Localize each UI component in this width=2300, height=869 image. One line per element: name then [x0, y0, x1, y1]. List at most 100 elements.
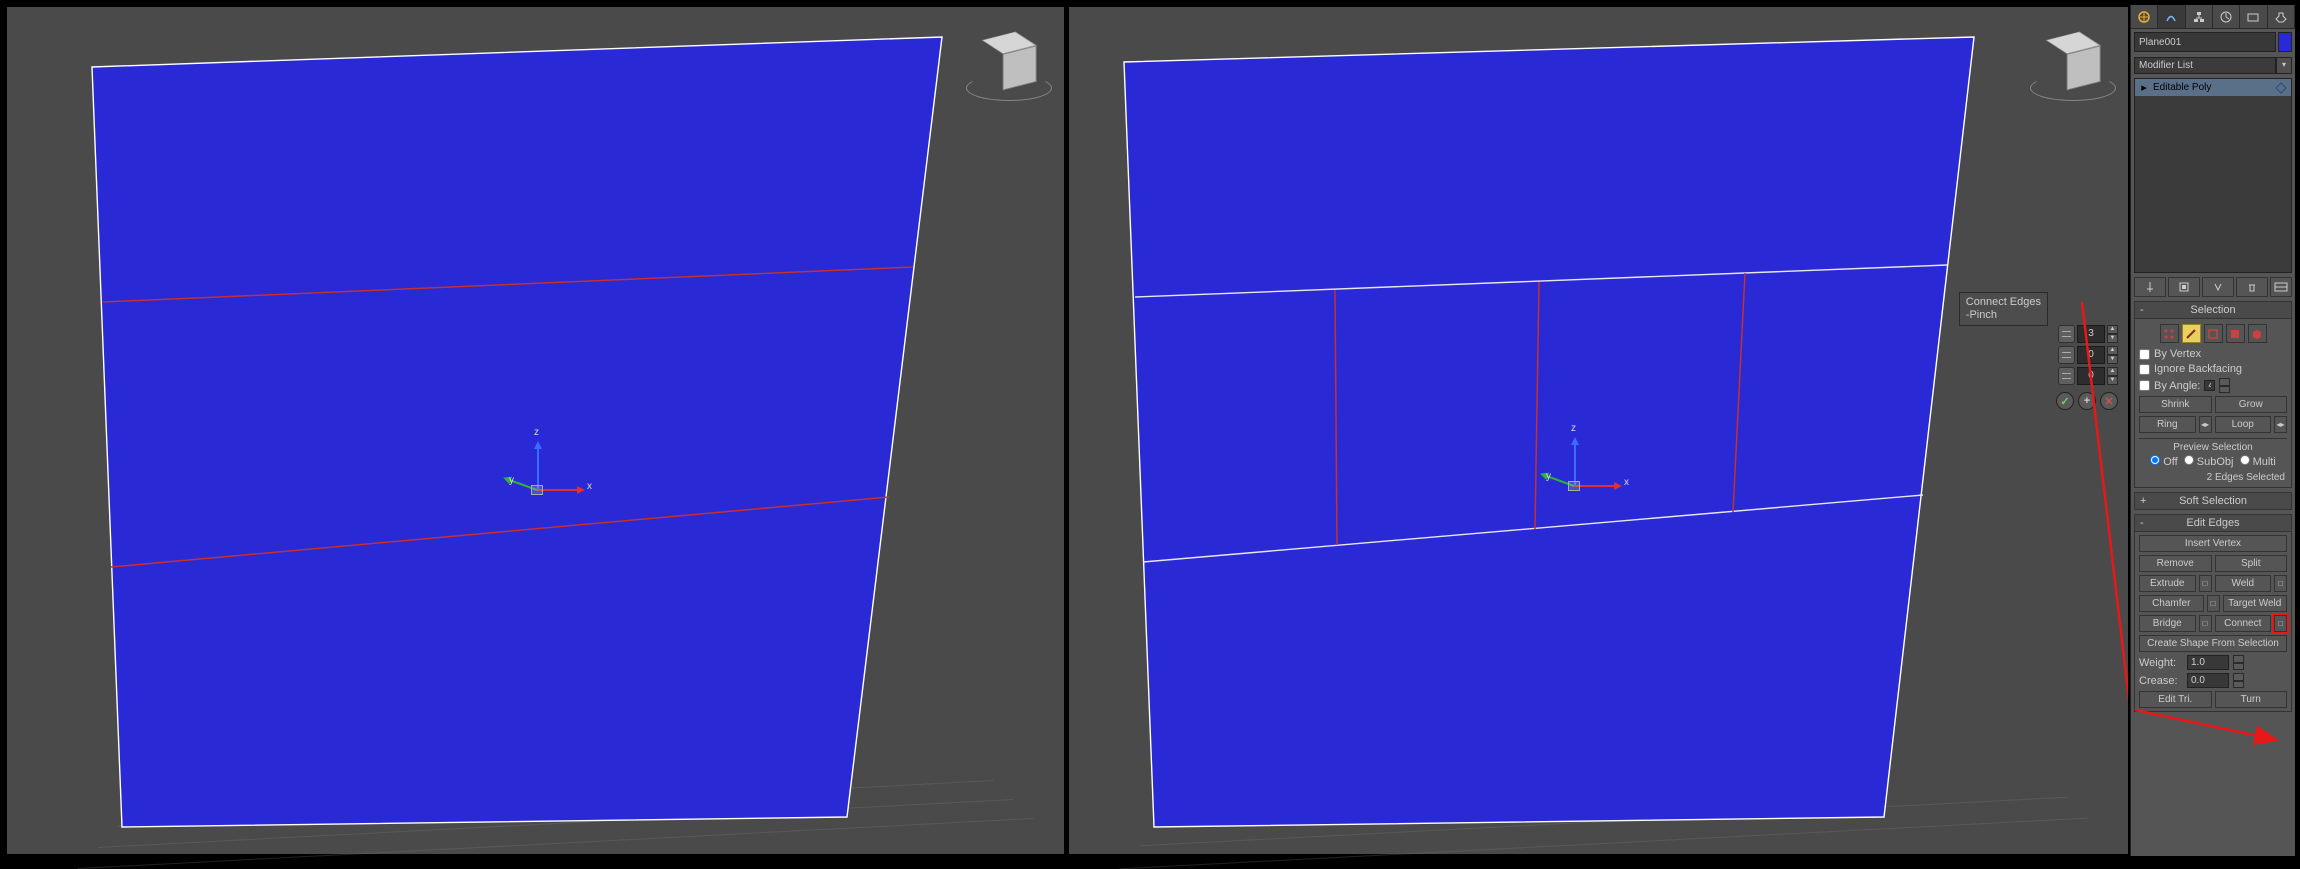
make-unique-button[interactable] [2202, 277, 2234, 297]
edit-tri-button[interactable]: Edit Tri. [2139, 691, 2212, 708]
split-button[interactable]: Split [2215, 555, 2288, 572]
caddy-pinch-spinner[interactable]: 0 ▲▼ [2058, 346, 2118, 364]
modifier-list-dropdown[interactable]: ▾ [2276, 57, 2292, 74]
ignore-backfacing-checkbox[interactable]: Ignore Backfacing [2139, 363, 2287, 375]
spinner-arrows[interactable]: ▲▼ [2107, 367, 2118, 385]
pinch-value[interactable]: 0 [2077, 346, 2105, 364]
segments-value[interactable]: 3 [2077, 325, 2105, 343]
modifier-list-label: Modifier List [2134, 57, 2276, 74]
rollout-soft-selection: +Soft Selection [2134, 492, 2292, 510]
axis-label-z: z [1571, 423, 1576, 434]
bridge-button[interactable]: Bridge [2139, 615, 2196, 632]
crease-label: Crease: [2139, 675, 2183, 687]
object-name-field[interactable] [2134, 32, 2276, 52]
viewport-right[interactable]: x y z Connect Edges -Pinch 3 ▲▼ 0 ▲▼ 0 [1067, 5, 2130, 856]
tab-display[interactable] [2240, 5, 2267, 28]
subobj-polygon-button[interactable] [2226, 324, 2245, 343]
loop-spinner[interactable]: ◂▸ [2274, 416, 2287, 433]
subobj-edge-button[interactable] [2182, 324, 2201, 343]
extrude-settings-button[interactable]: □ [2199, 575, 2212, 592]
by-vertex-checkbox[interactable]: By Vertex [2139, 348, 2287, 360]
tab-utilities[interactable] [2268, 5, 2295, 28]
modifier-stack[interactable]: ▸ Editable Poly [2134, 78, 2292, 273]
stack-item-label: Editable Poly [2153, 82, 2271, 93]
navigator-icon [2275, 82, 2287, 94]
remove-button[interactable]: Remove [2139, 555, 2212, 572]
chamfer-button[interactable]: Chamfer [2139, 595, 2204, 612]
axis-label-x: x [1624, 477, 1629, 488]
spinner-arrows[interactable]: ▲▼ [2107, 346, 2118, 364]
slide-value[interactable]: 0 [2077, 367, 2105, 385]
axis-label-x: x [587, 481, 592, 492]
weld-settings-button[interactable]: □ [2274, 575, 2287, 592]
create-shape-button[interactable]: Create Shape From Selection [2139, 635, 2287, 652]
weight-label: Weight: [2139, 657, 2183, 669]
tab-modify[interactable] [2158, 5, 2185, 28]
shrink-button[interactable]: Shrink [2139, 396, 2212, 413]
pin-stack-button[interactable] [2134, 277, 2166, 297]
weld-button[interactable]: Weld [2215, 575, 2272, 592]
tab-create[interactable] [2131, 5, 2158, 28]
loop-button[interactable]: Loop [2215, 416, 2272, 433]
target-weld-button[interactable]: Target Weld [2223, 595, 2288, 612]
slide-icon [2058, 367, 2075, 385]
axis-label-z: z [534, 427, 539, 438]
grow-button[interactable]: Grow [2215, 396, 2288, 413]
turn-button[interactable]: Turn [2215, 691, 2288, 708]
spinner-arrows[interactable] [2233, 655, 2244, 670]
axis-label-y: y [1546, 471, 1551, 482]
preview-selection-label: Preview Selection [2139, 442, 2287, 453]
stack-item-editable-poly[interactable]: ▸ Editable Poly [2135, 79, 2291, 96]
subobj-element-button[interactable] [2248, 324, 2267, 343]
chamfer-settings-button[interactable]: □ [2207, 595, 2220, 612]
preview-subobj-radio[interactable]: SubObj [2184, 455, 2234, 468]
extrude-button[interactable]: Extrude [2139, 575, 2196, 592]
ring-button[interactable]: Ring [2139, 416, 2196, 433]
selection-status: 2 Edges Selected [2139, 471, 2287, 484]
rollout-header-selection[interactable]: -Selection [2134, 301, 2292, 319]
connect-settings-button[interactable]: □ [2274, 615, 2287, 632]
connect-button[interactable]: Connect [2215, 615, 2272, 632]
tab-hierarchy[interactable] [2186, 5, 2213, 28]
rollout-header-edit-edges[interactable]: -Edit Edges [2134, 514, 2292, 532]
tab-motion[interactable] [2213, 5, 2240, 28]
by-angle-checkbox[interactable] [2139, 380, 2150, 391]
spinner-arrows[interactable] [2233, 673, 2244, 688]
spinner-arrows[interactable] [2219, 378, 2230, 393]
viewcube[interactable] [978, 31, 1040, 93]
command-panel-tabs [2131, 5, 2295, 29]
connect-caddy: 3 ▲▼ 0 ▲▼ 0 ▲▼ ✓ + ✕ [2058, 325, 2128, 410]
insert-vertex-button[interactable]: Insert Vertex [2139, 535, 2287, 552]
by-angle-value[interactable] [2204, 380, 2215, 391]
remove-modifier-button[interactable] [2236, 277, 2268, 297]
tooltip-connect-pinch: Connect Edges -Pinch [1959, 292, 2048, 326]
subobj-vertex-button[interactable] [2160, 324, 2179, 343]
spinner-arrows[interactable]: ▲▼ [2107, 325, 2118, 343]
caddy-ok-button[interactable]: ✓ [2056, 392, 2074, 410]
bridge-settings-button[interactable]: □ [2199, 615, 2212, 632]
caddy-slide-spinner[interactable]: 0 ▲▼ [2058, 367, 2118, 385]
plane-mesh-right [1069, 7, 2131, 857]
ring-spinner[interactable]: ◂▸ [2199, 416, 2212, 433]
caddy-segments-spinner[interactable]: 3 ▲▼ [2058, 325, 2118, 343]
preview-off-radio[interactable]: Off [2150, 455, 2178, 468]
expand-icon[interactable]: ▸ [2139, 81, 2149, 94]
object-color-swatch[interactable] [2278, 32, 2292, 52]
show-end-result-button[interactable] [2168, 277, 2200, 297]
configure-sets-button[interactable] [2270, 277, 2292, 297]
pinch-icon [2058, 346, 2075, 364]
by-angle-label: By Angle: [2154, 380, 2200, 392]
viewport-left[interactable]: x y z [5, 5, 1067, 856]
caddy-cancel-button[interactable]: ✕ [2100, 392, 2118, 410]
segments-icon [2058, 325, 2075, 343]
rollout-header-soft-selection[interactable]: +Soft Selection [2134, 492, 2292, 510]
crease-value[interactable] [2187, 673, 2229, 688]
caddy-apply-button[interactable]: + [2078, 392, 2096, 410]
rollout-edit-edges: -Edit Edges Insert Vertex Remove Split E… [2134, 514, 2292, 712]
viewcube[interactable] [2042, 31, 2104, 93]
command-panel: Modifier List ▾ ▸ Editable Poly -Selecti… [2130, 5, 2295, 856]
subobj-border-button[interactable] [2204, 324, 2223, 343]
weight-value[interactable] [2187, 655, 2229, 670]
axis-label-y: y [509, 475, 514, 486]
preview-multi-radio[interactable]: Multi [2240, 455, 2276, 468]
